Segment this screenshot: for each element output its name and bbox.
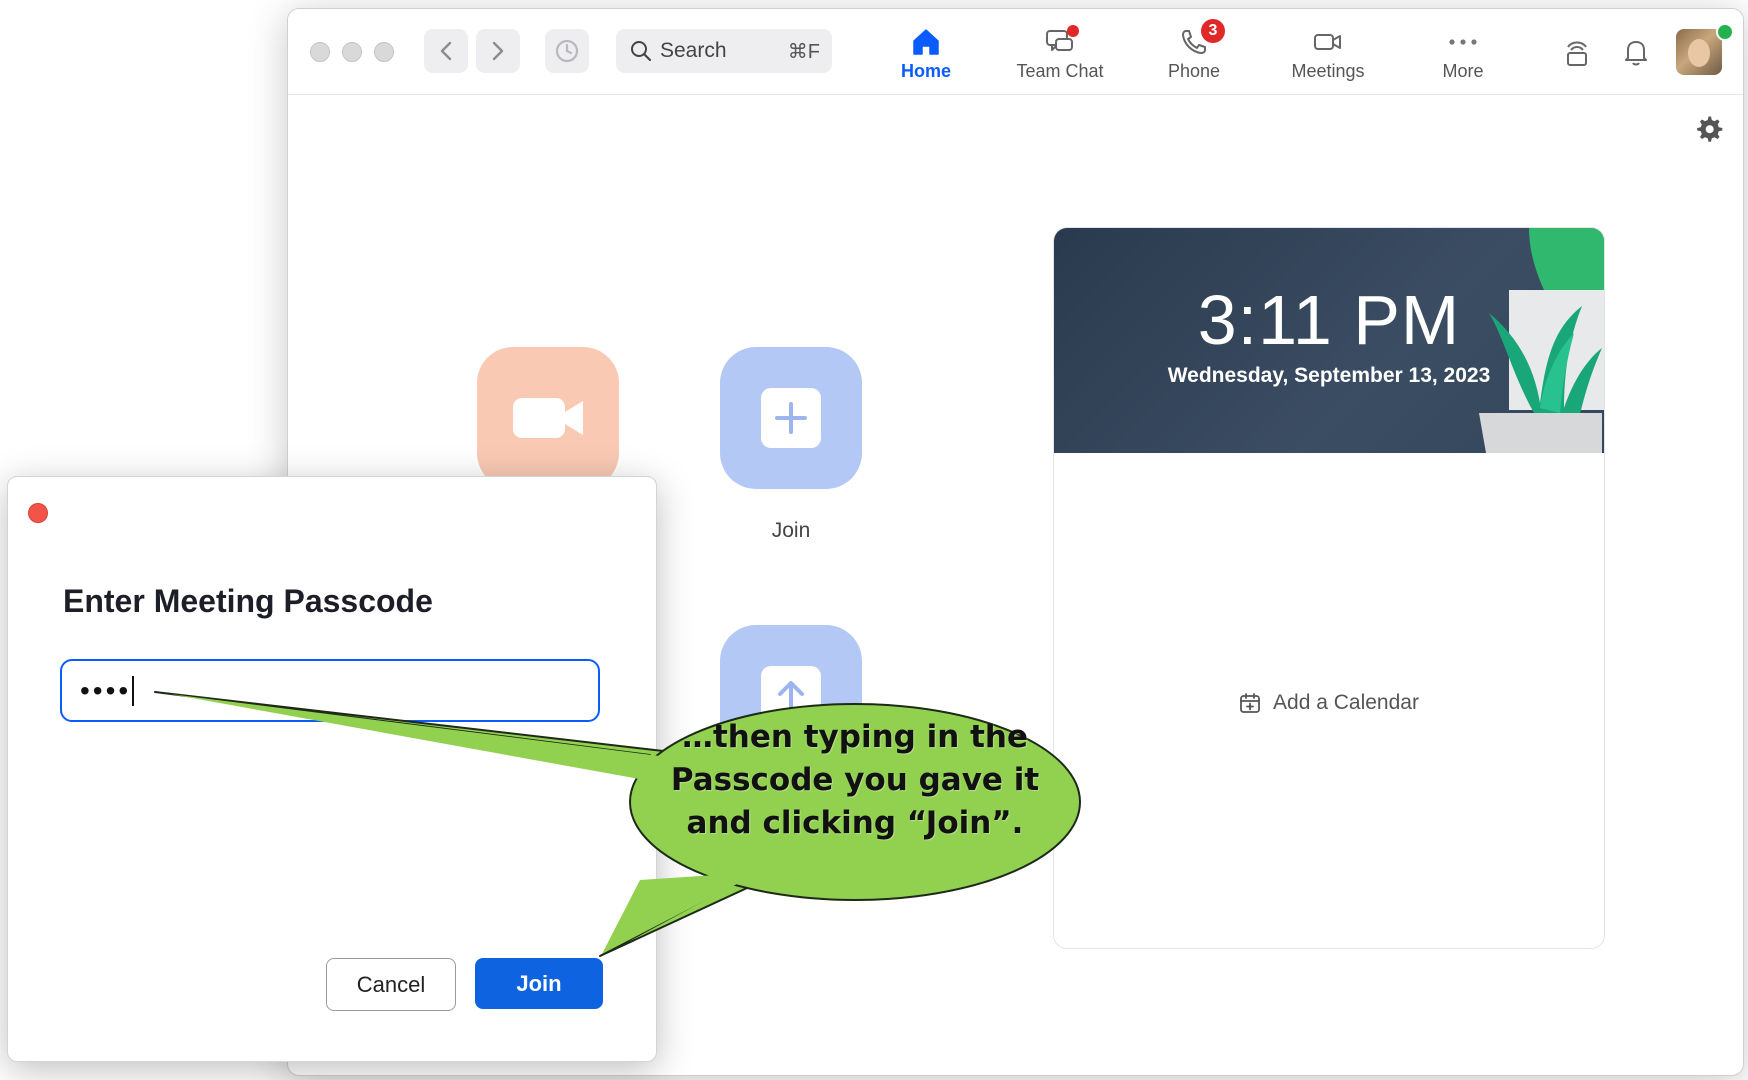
tab-more[interactable]: More	[1403, 25, 1523, 89]
clock-date: Wednesday, September 13, 2023	[1167, 364, 1491, 387]
history-button[interactable]	[545, 29, 589, 73]
settings-gear-icon[interactable]	[1695, 115, 1725, 145]
video-camera-icon	[513, 398, 583, 438]
calendar-card: 3:11 PM Wednesday, September 13, 2023 Ad…	[1053, 227, 1605, 949]
bell-icon	[1625, 41, 1647, 66]
tab-home-label: Home	[900, 61, 951, 81]
history-icon	[555, 39, 579, 63]
tab-team-chat[interactable]: Team Chat	[1000, 25, 1120, 89]
clock-time: 3:11 PM	[1197, 281, 1461, 359]
search-label: Search	[660, 39, 727, 62]
home-icon	[909, 25, 943, 59]
avatar-face	[1688, 39, 1710, 67]
back-button[interactable]	[424, 29, 468, 73]
tab-phone[interactable]: 3 Phone	[1134, 19, 1254, 89]
callout-text: …then typing in the Passcode you gave it…	[670, 719, 1040, 841]
tab-meetings-label: Meetings	[1291, 61, 1365, 81]
notifications-button[interactable]	[1619, 35, 1653, 69]
window-minimize-button[interactable]	[342, 42, 362, 62]
calendar-header: 3:11 PM Wednesday, September 13, 2023	[1054, 228, 1604, 453]
join-tile-label: Join	[771, 519, 811, 542]
passcode-value: ••••	[80, 674, 132, 706]
whiteboard-button[interactable]	[1560, 35, 1594, 69]
tab-more-label: More	[1442, 61, 1484, 81]
cancel-button[interactable]: Cancel	[326, 958, 456, 1011]
search-icon	[631, 41, 652, 62]
tab-home[interactable]: Home	[866, 25, 986, 89]
chevron-right-icon	[492, 41, 504, 61]
window-close-button[interactable]	[310, 42, 330, 62]
dialog-title: Enter Meeting Passcode	[63, 583, 433, 619]
chevron-left-icon	[440, 41, 452, 61]
plus-icon	[761, 388, 821, 448]
avatar[interactable]	[1676, 29, 1722, 75]
phone-badge: 3	[1201, 19, 1225, 43]
window-zoom-button[interactable]	[374, 42, 394, 62]
dialog-close-button[interactable]	[28, 503, 48, 523]
phone-icon: 3	[1177, 19, 1225, 59]
video-camera-icon	[1311, 25, 1345, 59]
tab-meetings[interactable]: Meetings	[1268, 25, 1388, 89]
add-calendar-link[interactable]: Add a Calendar	[1054, 691, 1604, 715]
tab-phone-label: Phone	[1167, 61, 1221, 81]
join-meeting-button[interactable]	[720, 347, 862, 489]
forward-button[interactable]	[476, 29, 520, 73]
whiteboard-icon	[1567, 41, 1587, 66]
search-bar[interactable]: Search ⌘F	[616, 29, 832, 73]
text-caret	[132, 675, 135, 706]
chat-icon	[1043, 25, 1079, 59]
add-calendar-label: Add a Calendar	[1273, 691, 1419, 714]
presence-status-dot	[1716, 23, 1734, 41]
tab-team-chat-label: Team Chat	[1016, 61, 1104, 81]
search-shortcut: ⌘F	[787, 40, 820, 63]
passcode-dialog: Enter Meeting Passcode •••• Cancel Join	[7, 476, 657, 1062]
top-toolbar: Search ⌘F Home Team Chat 3 Phone Meeting…	[288, 9, 1743, 95]
calendar-add-icon	[1240, 693, 1260, 713]
chat-unread-dot	[1067, 25, 1079, 37]
more-dots-icon	[1446, 25, 1480, 59]
join-button[interactable]: Join	[475, 958, 603, 1009]
passcode-input[interactable]: ••••	[60, 659, 600, 722]
new-meeting-button[interactable]	[477, 347, 619, 489]
